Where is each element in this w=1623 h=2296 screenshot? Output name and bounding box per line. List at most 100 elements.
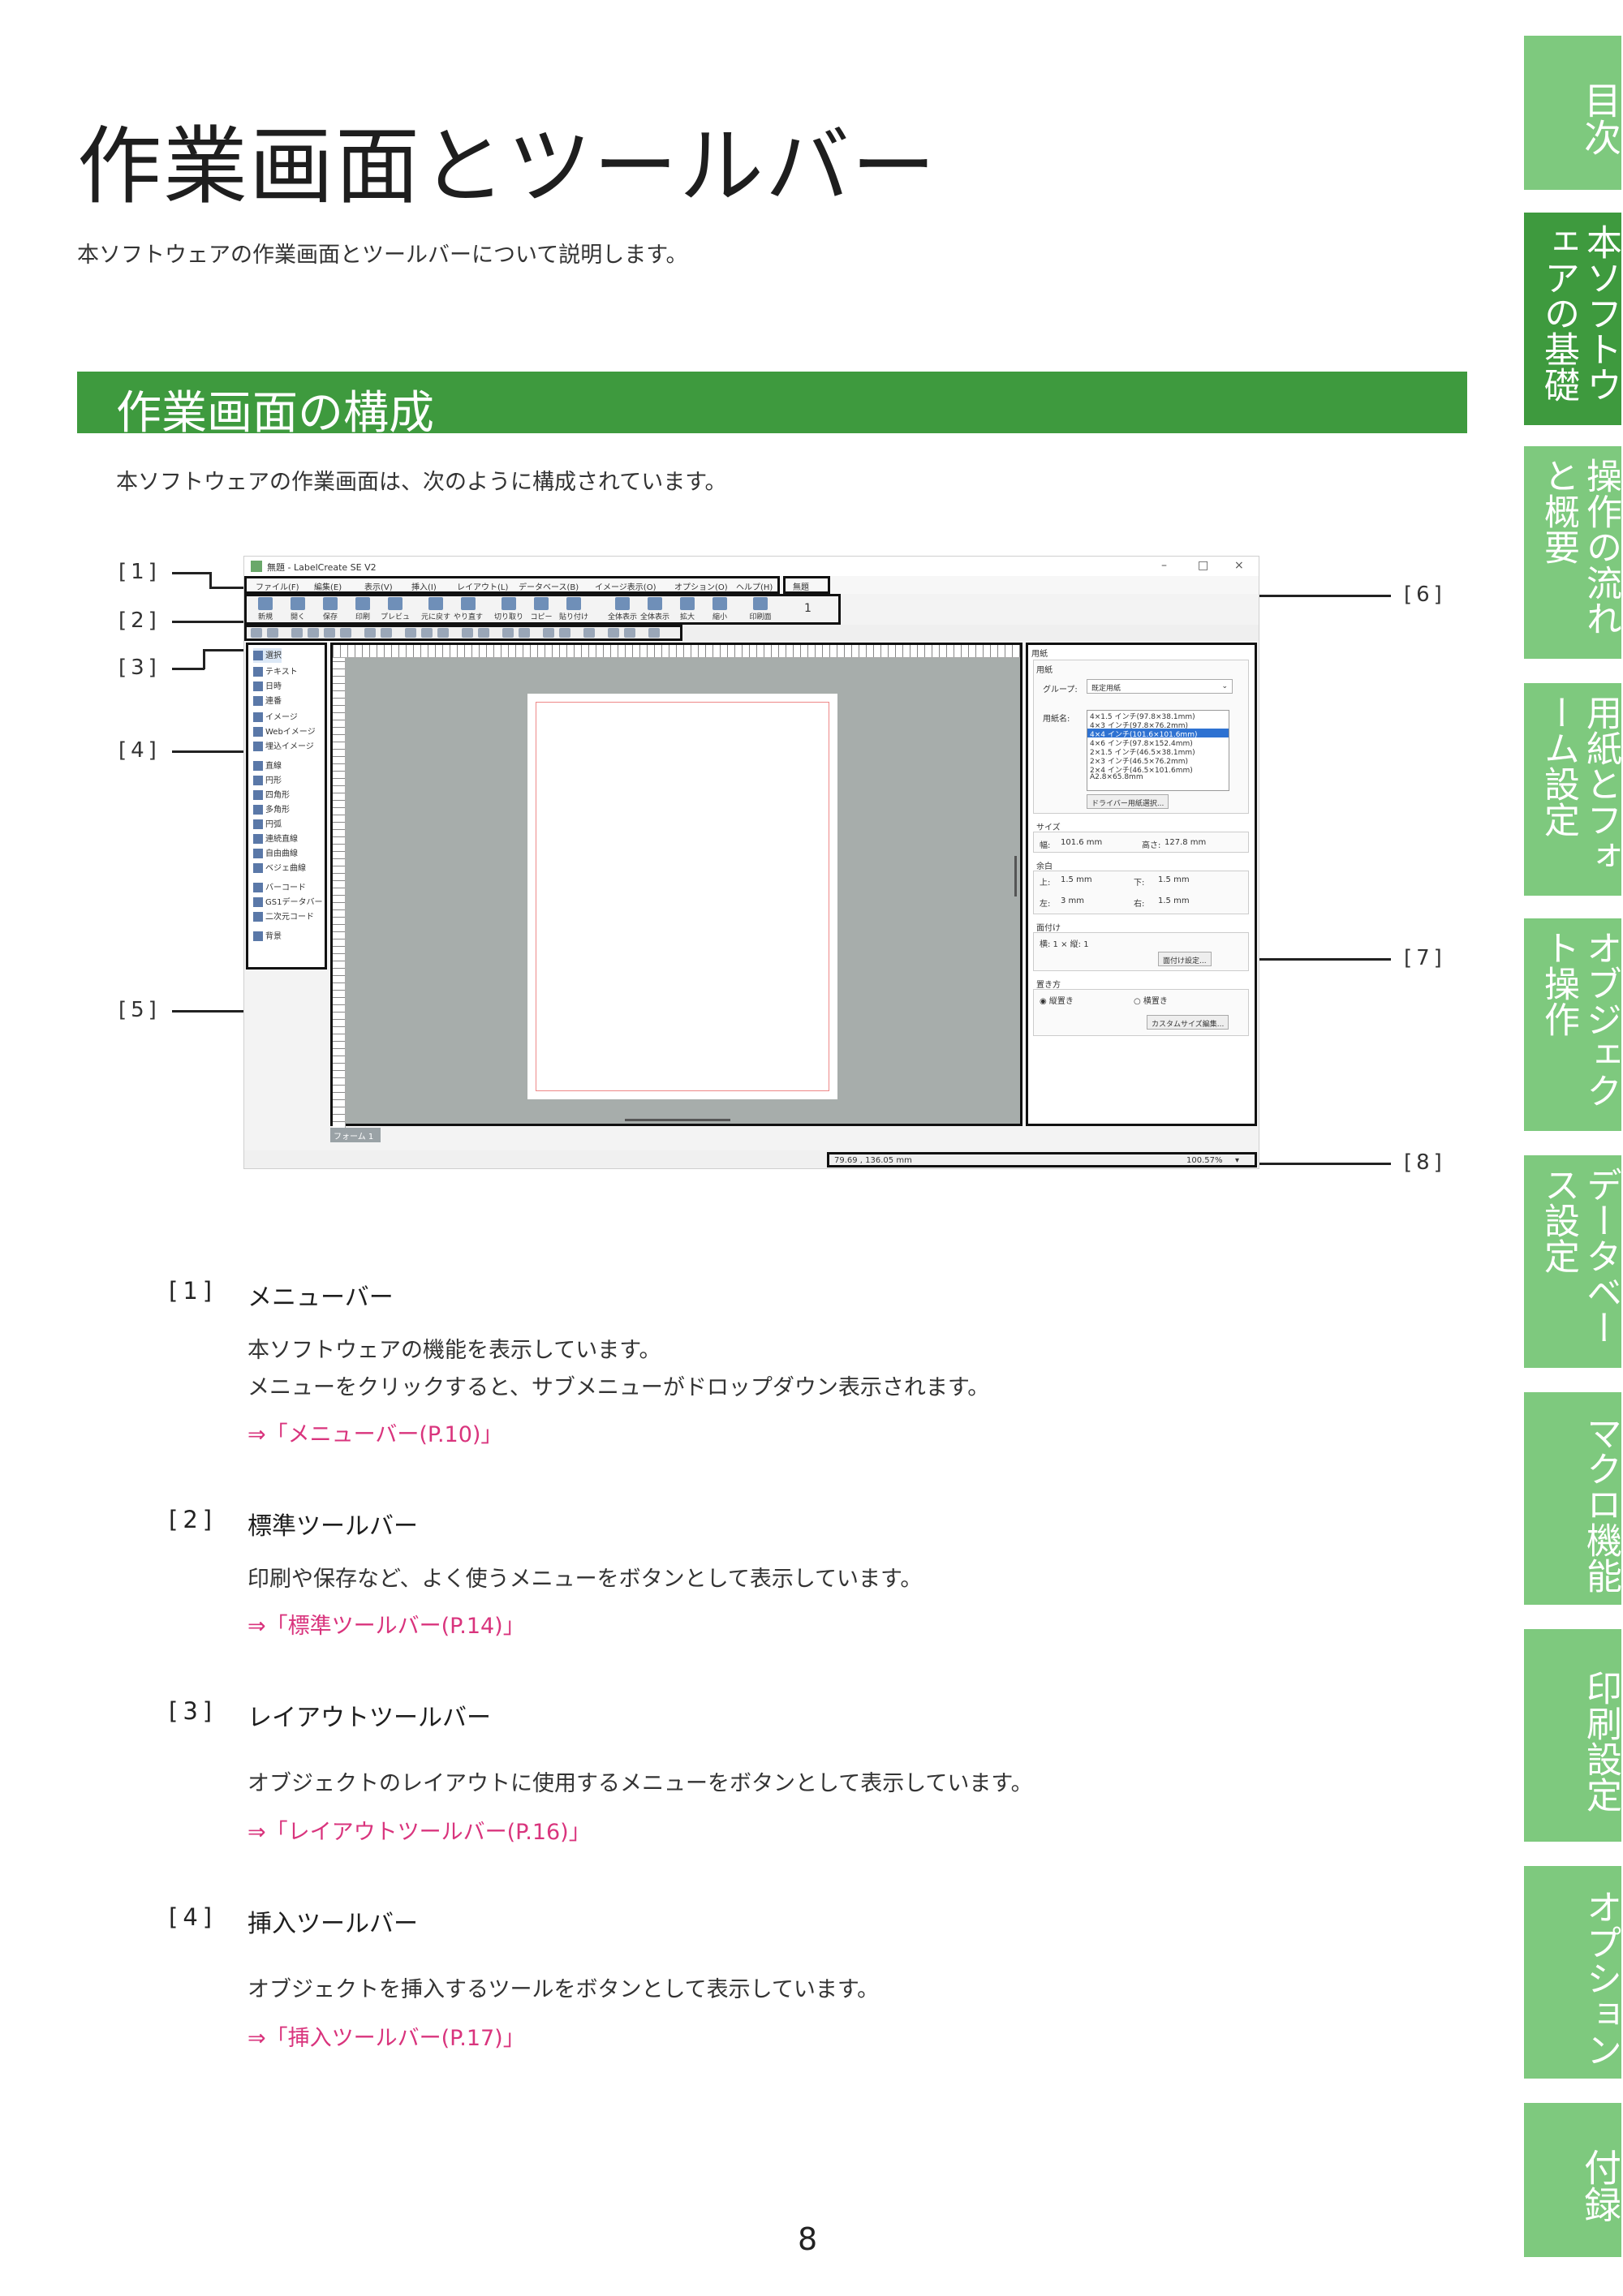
align-middle-icon[interactable] (324, 628, 335, 638)
item-4-link[interactable]: ⇒「挿入ツールバー(P.17)」 (248, 2020, 525, 2052)
list-item[interactable]: 2×3 インチ(46.5×76.2mm) (1087, 755, 1229, 766)
tool-bezier[interactable]: ベジェ曲線 (253, 861, 306, 875)
side-tab-contents[interactable]: 目次 (1524, 36, 1622, 190)
same-size-icon[interactable] (437, 628, 449, 638)
item-2-link[interactable]: ⇒「標準ツールバー(P.14)」 (248, 1608, 525, 1640)
list-item[interactable]: 4×3 インチ(97.8×76.2mm) (1087, 720, 1229, 730)
undo-button[interactable]: 元に戻す (420, 595, 452, 623)
preview-button[interactable]: プレビュー (379, 595, 411, 632)
menu-help[interactable]: ヘルプ(H) (736, 580, 773, 592)
side-tab-paper-form[interactable]: 用紙とフォーム設定 (1524, 683, 1621, 896)
paste-button[interactable]: 貼り付け (558, 595, 590, 623)
tool-datetime[interactable]: 日時 (253, 679, 282, 694)
zoom-dropdown-icon[interactable]: ▾ (1235, 1156, 1239, 1165)
item-3-link[interactable]: ⇒「レイアウトツールバー(P.16)」 (248, 1814, 591, 1846)
width-value[interactable]: 101.6 mm (1061, 838, 1102, 847)
portrait-radio[interactable]: ◉ 縦置き (1040, 994, 1074, 1006)
list-item-selected[interactable]: 4×4 インチ(101.6×101.6mm) (1087, 729, 1229, 739)
group-icon[interactable] (502, 628, 514, 638)
zoom-out-button[interactable]: 縮小 (704, 595, 736, 623)
group-select[interactable]: 既定用紙 ⌄ (1087, 679, 1233, 694)
vertical-scrollbar[interactable] (1014, 856, 1017, 896)
same-width-icon[interactable] (405, 628, 416, 638)
maximize-icon[interactable]: □ (1198, 559, 1208, 572)
side-tab-appendix[interactable]: 付録 (1524, 2103, 1622, 2257)
print-side-button[interactable]: 印刷面 (744, 595, 777, 623)
left-margin-value[interactable]: 3 mm (1061, 896, 1084, 905)
distribute-v-icon[interactable] (381, 628, 392, 638)
side-tab-options[interactable]: オプション (1524, 1866, 1621, 2079)
tool-web-image[interactable]: Webイメージ (253, 724, 316, 739)
grid-icon[interactable] (608, 628, 619, 638)
snap-icon[interactable] (624, 628, 635, 638)
side-tab-workflow[interactable]: 操作の流れと概要 (1524, 446, 1621, 659)
zoom-level[interactable]: 100.57% (1186, 1156, 1223, 1165)
menu-database[interactable]: データベース(B) (519, 580, 579, 592)
tool-background[interactable]: 背景 (253, 929, 282, 944)
paper-list[interactable]: 4×1.5 インチ(97.8×38.1mm) 4×3 インチ(97.8×76.2… (1087, 710, 1229, 791)
cut-button[interactable]: 切り取り (493, 595, 525, 623)
label-paper[interactable] (527, 694, 837, 1099)
list-item[interactable]: 4×6 インチ(97.8×152.4mm) (1087, 737, 1229, 748)
side-tab-macro[interactable]: マクロ機能 (1524, 1392, 1621, 1605)
align-center-icon[interactable] (267, 628, 278, 638)
redo-button[interactable]: やり直す (452, 595, 484, 623)
tool-line[interactable]: 直線 (253, 759, 282, 773)
show-all-button[interactable]: 全体表示 (639, 595, 671, 623)
page-counter[interactable]: 1 (804, 602, 812, 615)
list-item[interactable]: 4×1.5 インチ(97.8×38.1mm) (1087, 711, 1229, 721)
landscape-radio[interactable]: ○ 横置き (1134, 994, 1168, 1006)
lock-icon[interactable] (583, 628, 595, 638)
item-1-link[interactable]: ⇒「メニューバー(P.10)」 (248, 1417, 502, 1448)
form-tab[interactable]: フォーム 1 (330, 1128, 381, 1142)
save-button[interactable]: 保存 (314, 595, 347, 623)
flip-icon[interactable] (559, 628, 570, 638)
top-margin-value[interactable]: 1.5 mm (1061, 875, 1092, 884)
tool-barcode[interactable]: バーコード (253, 880, 306, 895)
ungroup-icon[interactable] (519, 628, 530, 638)
bring-front-icon[interactable] (462, 628, 473, 638)
tool-gs1-databar[interactable]: GS1データバー (253, 895, 322, 909)
fit-all-button[interactable]: 全体表示 (606, 595, 639, 623)
custom-size-button[interactable]: カスタムサイズ編集... (1147, 1015, 1229, 1030)
side-tab-object[interactable]: オブジェクト操作 (1524, 918, 1621, 1131)
tool-rectangle[interactable]: 四角形 (253, 788, 290, 802)
align-bottom-icon[interactable] (340, 628, 351, 638)
document-tab[interactable]: 無題 (793, 580, 809, 592)
tool-select[interactable]: 選択 (253, 648, 282, 663)
menu-edit[interactable]: 編集(E) (314, 580, 342, 592)
tool-polyline[interactable]: 連続直線 (253, 832, 298, 846)
send-back-icon[interactable] (478, 628, 489, 638)
horizontal-scrollbar[interactable] (625, 1119, 730, 1121)
new-button[interactable]: 新規 (249, 595, 282, 623)
list-item[interactable]: 2×4 インチ(46.5×101.6mm) (1087, 764, 1229, 775)
side-tab-database[interactable]: データベース設定 (1524, 1155, 1621, 1368)
imposition-button[interactable]: 面付け設定... (1158, 952, 1212, 966)
menu-options[interactable]: オプション(O) (674, 580, 728, 592)
side-tab-print[interactable]: 印刷設定 (1524, 1629, 1621, 1842)
menu-view[interactable]: 表示(V) (364, 580, 393, 592)
print-button[interactable]: 印刷 (347, 595, 379, 623)
menu-image-view[interactable]: イメージ表示(O) (595, 580, 656, 592)
height-value[interactable]: 127.8 mm (1165, 838, 1206, 847)
close-icon[interactable]: × (1234, 559, 1244, 572)
align-right-icon[interactable] (291, 628, 303, 638)
open-button[interactable]: 開く (282, 595, 314, 623)
same-height-icon[interactable] (421, 628, 433, 638)
tool-freehand[interactable]: 自由曲線 (253, 846, 298, 861)
align-top-icon[interactable] (308, 628, 319, 638)
work-area[interactable] (330, 643, 1022, 1137)
driver-paper-button[interactable]: ドライバー用紙選択... (1087, 794, 1169, 809)
tool-text[interactable]: テキスト (253, 664, 298, 679)
tool-2d-code[interactable]: 二次元コード (253, 909, 314, 924)
menu-file[interactable]: ファイル(F) (256, 580, 299, 592)
link-icon[interactable] (648, 628, 660, 638)
bottom-margin-value[interactable]: 1.5 mm (1158, 875, 1190, 884)
menu-insert[interactable]: 挿入(I) (411, 580, 437, 592)
list-item[interactable]: 2×1.5 インチ(46.5×38.1mm) (1087, 746, 1229, 757)
copy-button[interactable]: コピー (525, 595, 558, 623)
tool-arc[interactable]: 円弧 (253, 817, 282, 832)
tool-serial[interactable]: 連番 (253, 694, 282, 708)
minimize-icon[interactable]: – (1161, 559, 1167, 572)
zoom-in-button[interactable]: 拡大 (671, 595, 704, 623)
